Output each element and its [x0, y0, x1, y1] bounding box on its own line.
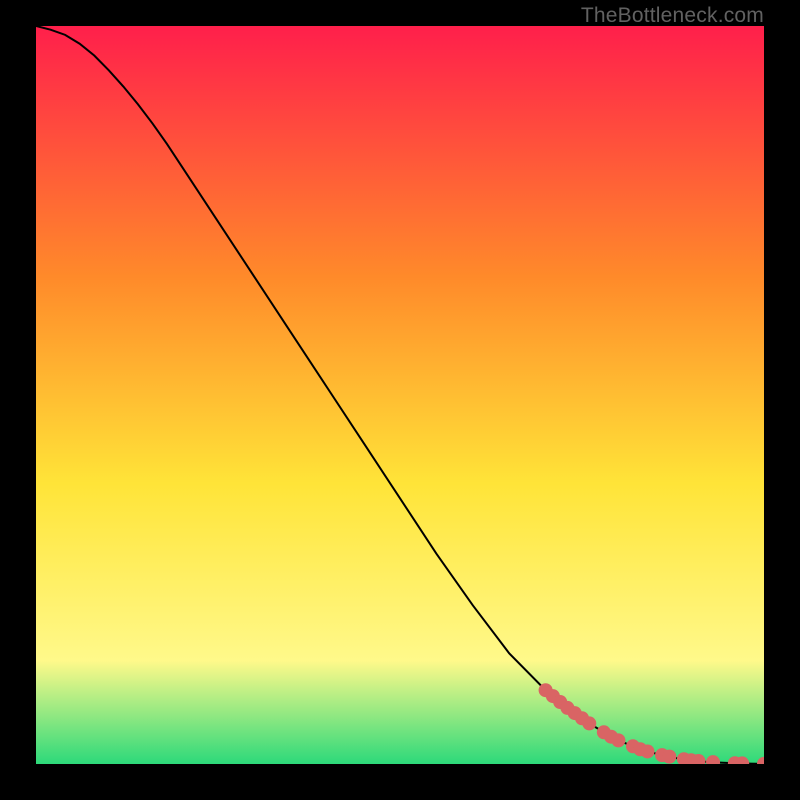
marker-dot: [582, 716, 596, 730]
marker-dot: [662, 750, 676, 764]
chart-stage: TheBottleneck.com: [0, 0, 800, 800]
chart-svg: [36, 26, 764, 764]
plot-area: [36, 26, 764, 764]
marker-dot: [611, 733, 625, 747]
watermark-text: TheBottleneck.com: [581, 4, 764, 28]
marker-dot: [641, 744, 655, 758]
gradient-background: [36, 26, 764, 764]
